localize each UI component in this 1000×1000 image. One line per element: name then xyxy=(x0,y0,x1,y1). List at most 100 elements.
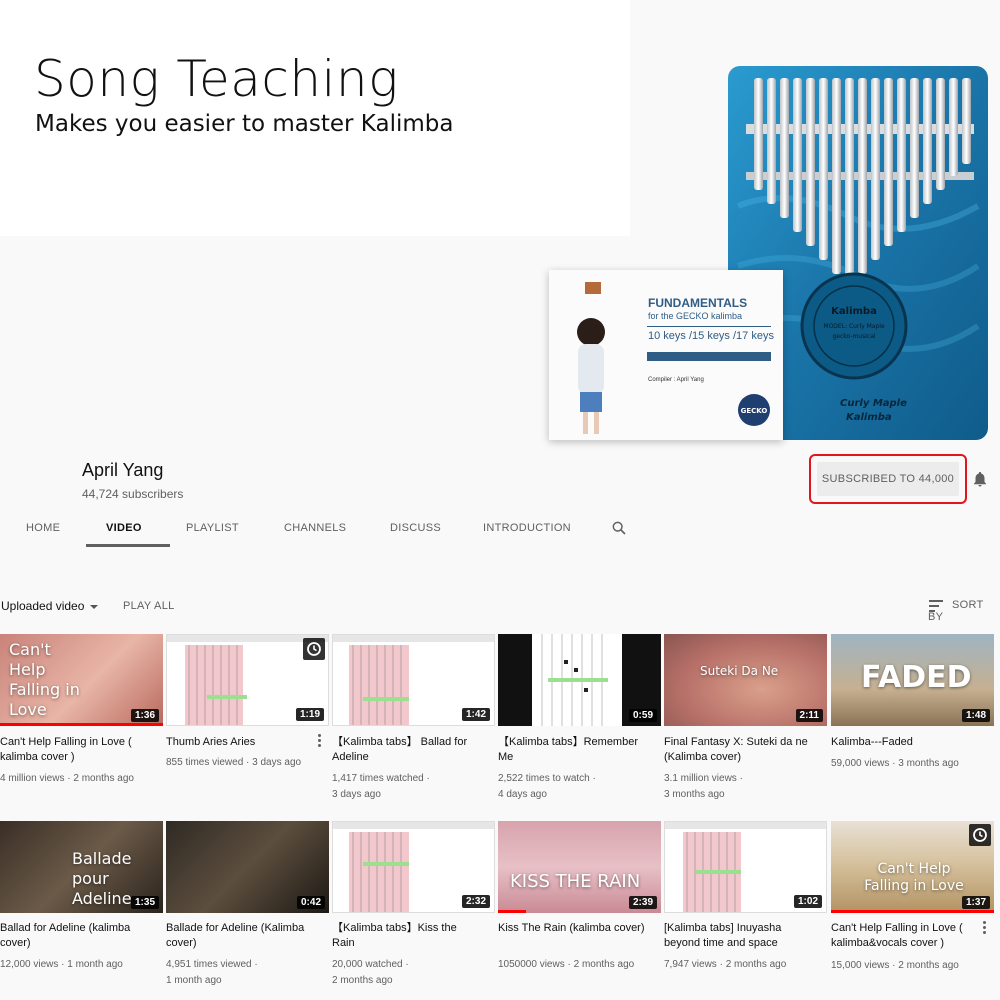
thumbnail-text: Can't Help Falling in Love xyxy=(9,640,80,719)
thumbnail-text: FADED xyxy=(861,660,972,695)
sort-by-button[interactable]: SORT BY xyxy=(928,599,1000,623)
video-card[interactable]: Can't Help Falling in Love 1:37 Can't He… xyxy=(831,821,994,991)
avatar[interactable] xyxy=(32,460,68,496)
video-title[interactable]: Thumb Aries Aries xyxy=(166,735,316,750)
video-title[interactable]: 【Kalimba tabs】Remember Me xyxy=(498,735,648,765)
video-thumbnail[interactable]: Can't Help Falling in Love 1:36 xyxy=(0,634,163,726)
video-duration: 2:39 xyxy=(628,896,657,909)
thumbnail-text: Can't Help Falling in Love xyxy=(864,861,964,894)
video-title[interactable]: 【Kalimba tabs】 Ballad for Adeline xyxy=(332,735,482,765)
video-title[interactable]: Final Fantasy X: Suteki da ne (Kalimba c… xyxy=(664,735,814,765)
play-all-button[interactable]: PLAY ALL xyxy=(123,600,175,612)
sort-by-label: SORT BY xyxy=(928,599,984,623)
video-card[interactable]: 1:19 Thumb Aries Aries 855 times viewed … xyxy=(166,634,329,804)
book-title: FUNDAMENTALS xyxy=(648,296,748,310)
channel-page: Song Teaching Makes you easier to master… xyxy=(0,0,1000,1000)
tab-home[interactable]: HOME xyxy=(26,510,60,547)
video-meta-date: 2 months ago xyxy=(332,975,393,986)
video-duration: 1:02 xyxy=(793,895,822,908)
video-thumbnail[interactable]: FADED 1:48 xyxy=(831,634,994,726)
banner-subline: Makes you easier to master Kalimba xyxy=(35,111,454,137)
svg-text:gecko-musical: gecko-musical xyxy=(832,333,875,340)
video-meta-date: 1 month ago xyxy=(166,975,222,986)
video-title[interactable]: Kiss The Rain (kalimba cover) xyxy=(498,921,648,936)
video-duration: 1:36 xyxy=(130,709,159,722)
video-meta: 15,000 views · 2 months ago xyxy=(831,960,959,971)
video-card[interactable]: 1:02 [Kalimba tabs] Inuyasha beyond time… xyxy=(664,821,827,991)
video-title[interactable]: Can't Help Falling in Love ( kalimba&voc… xyxy=(831,921,981,951)
more-options-icon[interactable] xyxy=(318,734,322,748)
svg-text:GECKO: GECKO xyxy=(741,407,768,415)
uploaded-label: Uploaded video xyxy=(1,599,85,613)
video-duration: 0:42 xyxy=(296,896,325,909)
video-thumbnail[interactable]: Suteki Da Ne 2:11 xyxy=(664,634,827,726)
video-card[interactable]: 0:42 Ballade for Adeline (Kalimba cover)… xyxy=(166,821,329,991)
video-thumbnail[interactable]: 2:32 xyxy=(332,821,495,913)
svg-text:Kalimba: Kalimba xyxy=(846,412,892,423)
watch-later-icon[interactable] xyxy=(303,638,325,660)
video-thumbnail[interactable]: 1:02 xyxy=(664,821,827,913)
tab-playlist[interactable]: PLAYLIST xyxy=(186,510,239,547)
video-title[interactable]: 【Kalimba tabs】Kiss the Rain xyxy=(332,921,482,951)
tab-channels[interactable]: CHANNELS xyxy=(284,510,346,547)
video-meta: 4 million views · 2 months ago xyxy=(0,773,134,784)
video-card[interactable]: Ballade pour Adeline 1:35 Ballad for Ade… xyxy=(0,821,163,991)
video-meta: 20,000 watched · xyxy=(332,959,409,970)
video-thumbnail[interactable]: KISS THE RAIN 2:39 xyxy=(498,821,661,913)
video-duration: 2:32 xyxy=(461,895,490,908)
svg-text:MODEL: Curly Maple: MODEL: Curly Maple xyxy=(823,323,884,330)
video-thumbnail[interactable]: Ballade pour Adeline 1:35 xyxy=(0,821,163,913)
video-duration: 1:19 xyxy=(295,708,324,721)
channel-name[interactable]: April Yang xyxy=(82,460,163,481)
video-duration: 1:35 xyxy=(130,896,159,909)
active-tab-indicator xyxy=(86,544,170,547)
watch-later-icon[interactable] xyxy=(969,824,991,846)
video-thumbnail[interactable]: 1:19 xyxy=(166,634,329,726)
book-subtitle: for the GECKO kalimba xyxy=(648,311,743,321)
video-card[interactable]: 2:32 【Kalimba tabs】Kiss the Rain 20,000 … xyxy=(332,821,495,991)
video-thumbnail[interactable]: Can't Help Falling in Love 1:37 xyxy=(831,821,994,913)
video-meta-date: 3 days ago xyxy=(332,789,381,800)
video-card[interactable]: 0:59 【Kalimba tabs】Remember Me 2,522 tim… xyxy=(498,634,661,804)
video-duration: 1:42 xyxy=(461,708,490,721)
bell-icon[interactable] xyxy=(971,470,989,488)
video-title[interactable]: Ballad for Adeline (kalimba cover) xyxy=(0,921,150,951)
tab-discuss[interactable]: DISCUSS xyxy=(390,510,441,547)
video-card[interactable]: Can't Help Falling in Love 1:36 Can't He… xyxy=(0,634,163,804)
video-card[interactable]: FADED 1:48 Kalimba---Faded 59,000 views … xyxy=(831,634,994,804)
channel-tabs: HOME VIDEO PLAYLIST CHANNELS DISCUSS INT… xyxy=(0,510,1000,547)
tab-introduction[interactable]: INTRODUCTION xyxy=(483,510,571,547)
video-thumbnail[interactable]: 1:42 xyxy=(332,634,495,726)
video-thumbnail[interactable]: 0:42 xyxy=(166,821,329,913)
video-meta-date: 3 months ago xyxy=(664,789,725,800)
banner-headline: Song Teaching xyxy=(34,50,399,108)
video-meta: 3.1 million views · xyxy=(664,773,743,784)
video-meta: 855 times viewed · 3 days ago xyxy=(166,757,302,768)
video-title[interactable]: Can't Help Falling in Love ( kalimba cov… xyxy=(0,735,150,765)
watch-progress-bar xyxy=(0,723,163,726)
more-options-icon[interactable] xyxy=(983,921,987,935)
video-title[interactable]: Kalimba---Faded xyxy=(831,735,981,750)
video-card[interactable]: Suteki Da Ne 2:11 Final Fantasy X: Sutek… xyxy=(664,634,827,804)
tab-video[interactable]: VIDEO xyxy=(106,510,142,547)
chevron-down-icon xyxy=(90,604,99,609)
video-thumbnail[interactable]: 0:59 xyxy=(498,634,661,726)
fundamentals-book: GECKO FUNDAMENTALS for the GECKO kalimba… xyxy=(549,270,783,440)
book-compiler: Compiler : April Yang xyxy=(648,377,704,383)
uploaded-video-dropdown[interactable]: Uploaded video xyxy=(1,599,99,613)
video-title[interactable]: [Kalimba tabs] Inuyasha beyond time and … xyxy=(664,921,814,951)
video-title[interactable]: Ballade for Adeline (Kalimba cover) xyxy=(166,921,316,951)
video-duration: 2:11 xyxy=(795,709,823,722)
svg-text:Kalimba: Kalimba xyxy=(831,306,877,317)
video-duration: 1:48 xyxy=(961,709,990,722)
video-meta-date: 4 days ago xyxy=(498,789,547,800)
video-meta: 59,000 views · 3 months ago xyxy=(831,758,959,769)
search-icon[interactable] xyxy=(611,520,627,536)
thumbnail-text: KISS THE RAIN xyxy=(510,871,641,892)
video-duration: 1:37 xyxy=(961,896,990,909)
video-card[interactable]: 1:42 【Kalimba tabs】 Ballad for Adeline 1… xyxy=(332,634,495,804)
video-meta: 1050000 views · 2 months ago xyxy=(498,959,635,970)
subscribe-button[interactable]: SUBSCRIBED TO 44,000 xyxy=(817,462,959,496)
video-card[interactable]: KISS THE RAIN 2:39 Kiss The Rain (kalimb… xyxy=(498,821,661,991)
video-meta: 2,522 times to watch · xyxy=(498,773,596,784)
